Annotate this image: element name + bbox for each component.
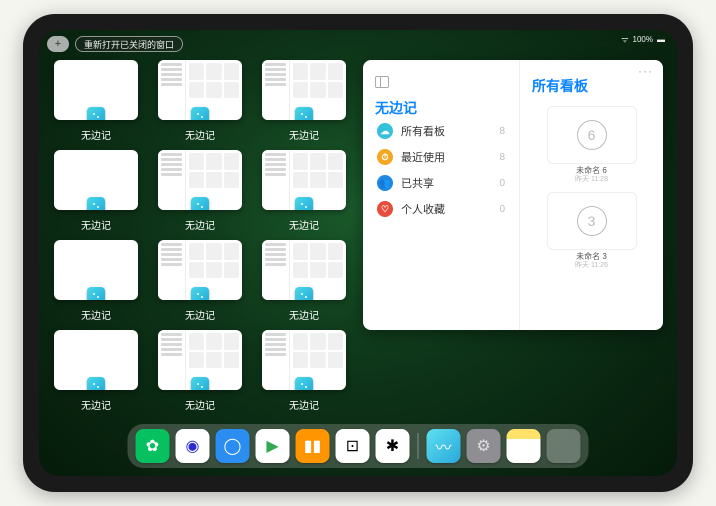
board-time: 昨天 11:28 <box>532 176 651 184</box>
window-thumbnail[interactable]: 无边记 <box>157 330 243 414</box>
window-label: 无边记 <box>289 127 319 142</box>
sidebar-item[interactable]: 👥 已共享 0 <box>375 170 507 196</box>
window-thumbnail[interactable]: 无边记 <box>157 240 243 324</box>
freeform-content: 所有看板 6未命名 6昨天 11:28 3未命名 3昨天 11:26 <box>519 60 663 330</box>
freeform-app-icon <box>191 107 209 120</box>
dock-notes-icon[interactable] <box>507 429 541 463</box>
dock-connect-icon[interactable]: ✱ <box>376 429 410 463</box>
freeform-app-icon <box>295 197 313 210</box>
window-thumbnail[interactable]: 无边记 <box>261 60 347 144</box>
window-label: 无边记 <box>185 217 215 232</box>
window-label: 无边记 <box>81 127 111 142</box>
freeform-app-icon <box>87 377 105 390</box>
window-label: 无边记 <box>81 217 111 232</box>
sidebar-item-label: 最近使用 <box>401 149 445 165</box>
window-label: 无边记 <box>185 127 215 142</box>
freeform-title: 无边记 <box>375 98 507 118</box>
sidebar-item-icon: ☁ <box>377 123 393 139</box>
window-label: 无边记 <box>81 397 111 412</box>
window-grid: 无边记无边记无边记无边记无边记无边记无边记无边记无边记无边记无边记无边记 <box>53 60 347 422</box>
status-bar: ᯤ 100% ▬ <box>621 34 665 45</box>
freeform-app-icon <box>191 287 209 300</box>
window-thumbnail[interactable]: 无边记 <box>53 150 139 234</box>
sidebar-item-count: 0 <box>499 178 505 189</box>
board-name: 未命名 3 <box>532 252 651 262</box>
dock-settings-icon[interactable]: ⚙ <box>467 429 501 463</box>
sidebar-item[interactable]: ⏱ 最近使用 8 <box>375 144 507 170</box>
wifi-icon: ᯤ <box>621 34 628 45</box>
dock-wechat-icon[interactable]: ✿ <box>136 429 170 463</box>
sidebar-item-count: 8 <box>499 152 505 163</box>
battery-label: 100% <box>633 35 653 44</box>
sidebar-item-icon: 👥 <box>377 175 393 191</box>
ipad-frame: ᯤ 100% ▬ + 重新打开已关闭的窗口 无边记无边记无边记无边记无边记无边记… <box>23 14 693 492</box>
sidebar-item-icon: ⏱ <box>377 149 393 165</box>
window-menu-button[interactable]: ··· <box>638 64 653 78</box>
window-thumbnail[interactable]: 无边记 <box>157 60 243 144</box>
battery-icon: ▬ <box>657 35 665 44</box>
freeform-right-title: 所有看板 <box>532 76 651 96</box>
dock-play-icon[interactable]: ▶ <box>256 429 290 463</box>
window-thumbnail[interactable]: 无边记 <box>261 150 347 234</box>
freeform-app-icon <box>191 377 209 390</box>
board-time: 昨天 11:26 <box>532 262 651 270</box>
sidebar-item[interactable]: ♡ 个人收藏 0 <box>375 196 507 222</box>
stage-manager-workspace: 无边记无边记无边记无边记无边记无边记无边记无边记无边记无边记无边记无边记 ···… <box>53 60 663 422</box>
sidebar-item-label: 个人收藏 <box>401 201 445 217</box>
dock-qqbrowser-icon[interactable]: ◯ <box>216 429 250 463</box>
freeform-app-icon <box>87 197 105 210</box>
window-thumbnail[interactable]: 无边记 <box>53 330 139 414</box>
sidebar-item-count: 0 <box>499 204 505 215</box>
sidebar-item-icon: ♡ <box>377 201 393 217</box>
sidebar-item-label: 所有看板 <box>401 123 445 139</box>
freeform-app-icon <box>191 197 209 210</box>
window-label: 无边记 <box>289 217 319 232</box>
window-label: 无边记 <box>289 307 319 322</box>
freeform-app-icon <box>87 107 105 120</box>
dock: ✿◉◯▶▮▮⊡✱ 〰⚙ <box>128 424 589 468</box>
dock-freeform-icon[interactable]: 〰 <box>427 429 461 463</box>
screen: ᯤ 100% ▬ + 重新打开已关闭的窗口 无边记无边记无边记无边记无边记无边记… <box>39 30 677 476</box>
window-thumbnail[interactable]: 无边记 <box>261 240 347 324</box>
window-label: 无边记 <box>185 397 215 412</box>
dock-books-icon[interactable]: ▮▮ <box>296 429 330 463</box>
window-thumbnail[interactable]: 无边记 <box>261 330 347 414</box>
dock-dice-icon[interactable]: ⊡ <box>336 429 370 463</box>
freeform-app-icon <box>295 377 313 390</box>
top-controls: + 重新打开已关闭的窗口 <box>47 36 183 52</box>
window-label: 无边记 <box>81 307 111 322</box>
dock-app-library-icon[interactable] <box>547 429 581 463</box>
dock-separator <box>418 433 419 459</box>
sidebar-item-count: 8 <box>499 126 505 137</box>
freeform-app-icon <box>295 287 313 300</box>
window-label: 无边记 <box>185 307 215 322</box>
dock-quark-icon[interactable]: ◉ <box>176 429 210 463</box>
board-item[interactable]: 6未命名 6昨天 11:28 <box>532 106 651 184</box>
freeform-app-icon <box>295 107 313 120</box>
freeform-sidebar: 无边记 ☁ 所有看板 8 ⏱ 最近使用 8 👥 已共享 0 ♡ 个人收藏 0 <box>363 60 519 330</box>
sidebar-item[interactable]: ☁ 所有看板 8 <box>375 118 507 144</box>
board-item[interactable]: 3未命名 3昨天 11:26 <box>532 192 651 270</box>
reopen-closed-window-button[interactable]: 重新打开已关闭的窗口 <box>75 36 183 52</box>
board-name: 未命名 6 <box>532 166 651 176</box>
add-window-button[interactable]: + <box>47 36 69 52</box>
freeform-app-icon <box>87 287 105 300</box>
window-thumbnail[interactable]: 无边记 <box>53 240 139 324</box>
freeform-app-window[interactable]: ··· 无边记 ☁ 所有看板 8 ⏱ 最近使用 8 👥 已共享 0 ♡ 个人收藏 0 所有看板 6未命… <box>363 60 663 330</box>
window-thumbnail[interactable]: 无边记 <box>53 60 139 144</box>
sidebar-toggle-icon[interactable] <box>375 76 389 88</box>
sidebar-item-label: 已共享 <box>401 175 434 191</box>
window-label: 无边记 <box>289 397 319 412</box>
window-thumbnail[interactable]: 无边记 <box>157 150 243 234</box>
